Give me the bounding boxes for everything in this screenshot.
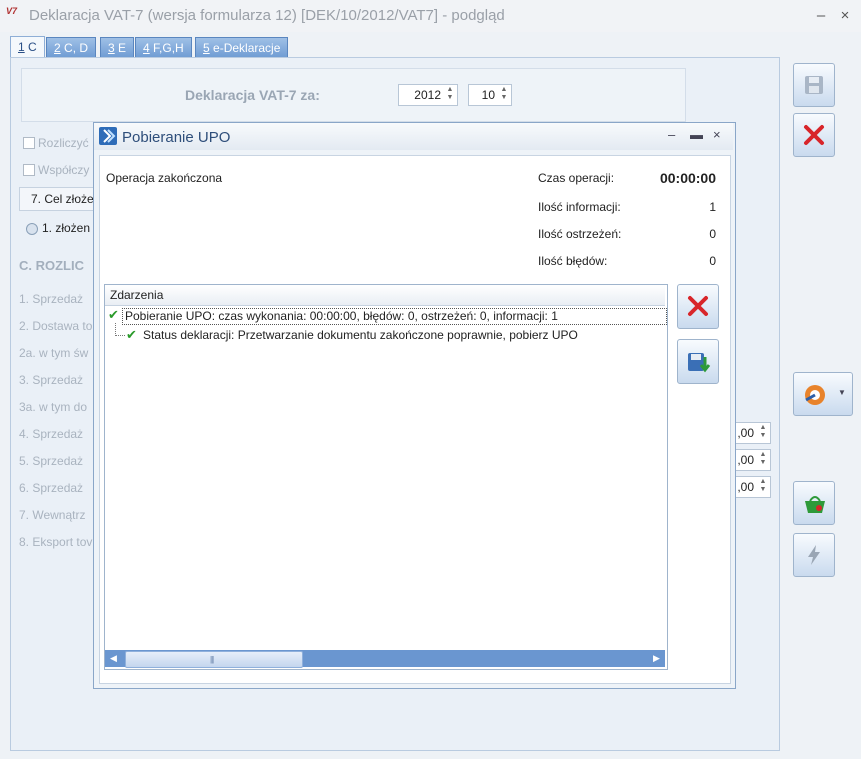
spin-arrows-icon[interactable]: ▲ ▼ [444, 86, 456, 104]
form-row-label: 6. Sprzedaż [19, 481, 84, 495]
checkbox-label: Współczy [38, 163, 90, 177]
dropdown-arrow-icon[interactable]: ▼ [838, 388, 846, 397]
form-row-label: 5. Sprzedaż [19, 454, 84, 468]
error-count-value: 0 [709, 254, 716, 268]
section-c-title: C. ROZLIC [19, 258, 84, 273]
red-x-icon [804, 125, 824, 145]
spin-arrows-icon[interactable]: ▲ ▼ [498, 86, 510, 104]
window-title: Deklaracja VAT-7 (wersja formularza 12) … [29, 7, 505, 24]
dialog-maximize-button[interactable]: ▬ [690, 127, 703, 142]
period-label: Deklaracja VAT-7 za: [185, 87, 320, 103]
comarch-logo-icon [99, 127, 117, 145]
save-download-icon [688, 353, 711, 373]
time-label: Czas operacji: [538, 171, 615, 185]
info-count-value: 1 [709, 200, 716, 214]
dialog-minimize-button[interactable]: – [668, 127, 675, 142]
radio-label: 1. złożen [42, 221, 91, 235]
checkbox-label: Rozliczyć [38, 136, 89, 150]
year-spinner[interactable]: 2012 ▲ ▼ [398, 84, 458, 106]
tab-cd[interactable]: 2 C, D [46, 37, 97, 58]
form-row-label: 8. Eksport tov [19, 535, 93, 549]
events-column-header[interactable] [105, 285, 665, 306]
radio-zlozenie[interactable] [26, 223, 38, 235]
check-icon: ✔ [126, 327, 137, 342]
events-header-label: Zdarzenia [110, 288, 164, 302]
dialog-close-button[interactable]: × [713, 127, 721, 142]
scroll-right-arrow-icon[interactable]: ▶ [648, 650, 665, 667]
floppy-disk-icon [805, 76, 823, 94]
minimize-button[interactable]: – [811, 6, 831, 26]
scroll-left-arrow-icon[interactable]: ◀ [105, 650, 122, 667]
warning-count-label: Ilość ostrzeżeń: [538, 227, 622, 241]
lightning-button[interactable] [793, 533, 835, 577]
dialog-title: Pobieranie UPO [122, 129, 231, 146]
form-row-label: 7. Wewnątrz [19, 508, 86, 522]
tab-fgh[interactable]: 4 F,G,H [135, 37, 192, 58]
tab-e-deklaracje[interactable]: 5 e-Deklaracje [195, 37, 289, 58]
info-count-label: Ilość informacji: [538, 200, 621, 214]
operation-status: Operacja zakończona [106, 171, 223, 185]
form-row-label: 1. Sprzedaż [19, 292, 84, 306]
scrollbar-grip-icon: ||| [210, 655, 214, 664]
time-value: 00:00:00 [659, 170, 716, 186]
save-button[interactable] [793, 63, 835, 107]
tab-c[interactable]: 1 C [10, 36, 45, 59]
checkbox-wspolczynnik[interactable] [23, 164, 35, 176]
warning-count-value: 0 [709, 227, 716, 241]
form-row-label: 2. Dostawa to [19, 319, 93, 333]
tab-e[interactable]: 3 E [100, 37, 135, 58]
spin-arrows-icon[interactable]: ▲ ▼ [757, 478, 769, 496]
cancel-button[interactable] [793, 113, 835, 157]
form-row-label: 3a. w tym do [19, 400, 88, 414]
spin-arrows-icon[interactable]: ▲ ▼ [757, 451, 769, 469]
e-declaration-button[interactable]: ▼ [793, 372, 853, 416]
basket-button[interactable] [793, 481, 835, 525]
e-declaration-icon [805, 385, 825, 405]
error-count-label: Ilość błędów: [538, 254, 608, 268]
period-header [21, 68, 686, 122]
section-7-label: 7. Cel złoże [31, 192, 94, 206]
month-spinner[interactable]: 10 ▲ ▼ [468, 84, 512, 106]
save-upo-button[interactable] [677, 339, 719, 384]
event-child-text: Status deklaracji: Przetwarzanie dokumen… [143, 328, 578, 342]
scrollbar-thumb[interactable] [125, 651, 303, 668]
event-row-text: Pobieranie UPO: czas wykonania: 00:00:00… [125, 309, 558, 323]
form-row-label: 2a. w tym św [19, 346, 89, 360]
basket-icon [805, 496, 825, 513]
form-row-label: 3. Sprzedaż [19, 373, 84, 387]
tree-connector [115, 323, 125, 336]
lightning-icon [808, 545, 820, 565]
checkbox-rozliczyc[interactable] [23, 137, 35, 149]
form-row-label: 4. Sprzedaż [19, 427, 84, 441]
app-logo: V7 [6, 6, 18, 16]
check-icon: ✔ [108, 307, 119, 322]
red-x-icon [688, 296, 708, 316]
close-window-button[interactable]: × [835, 6, 855, 26]
dialog-cancel-button[interactable] [677, 284, 719, 329]
spin-arrows-icon[interactable]: ▲ ▼ [757, 424, 769, 442]
